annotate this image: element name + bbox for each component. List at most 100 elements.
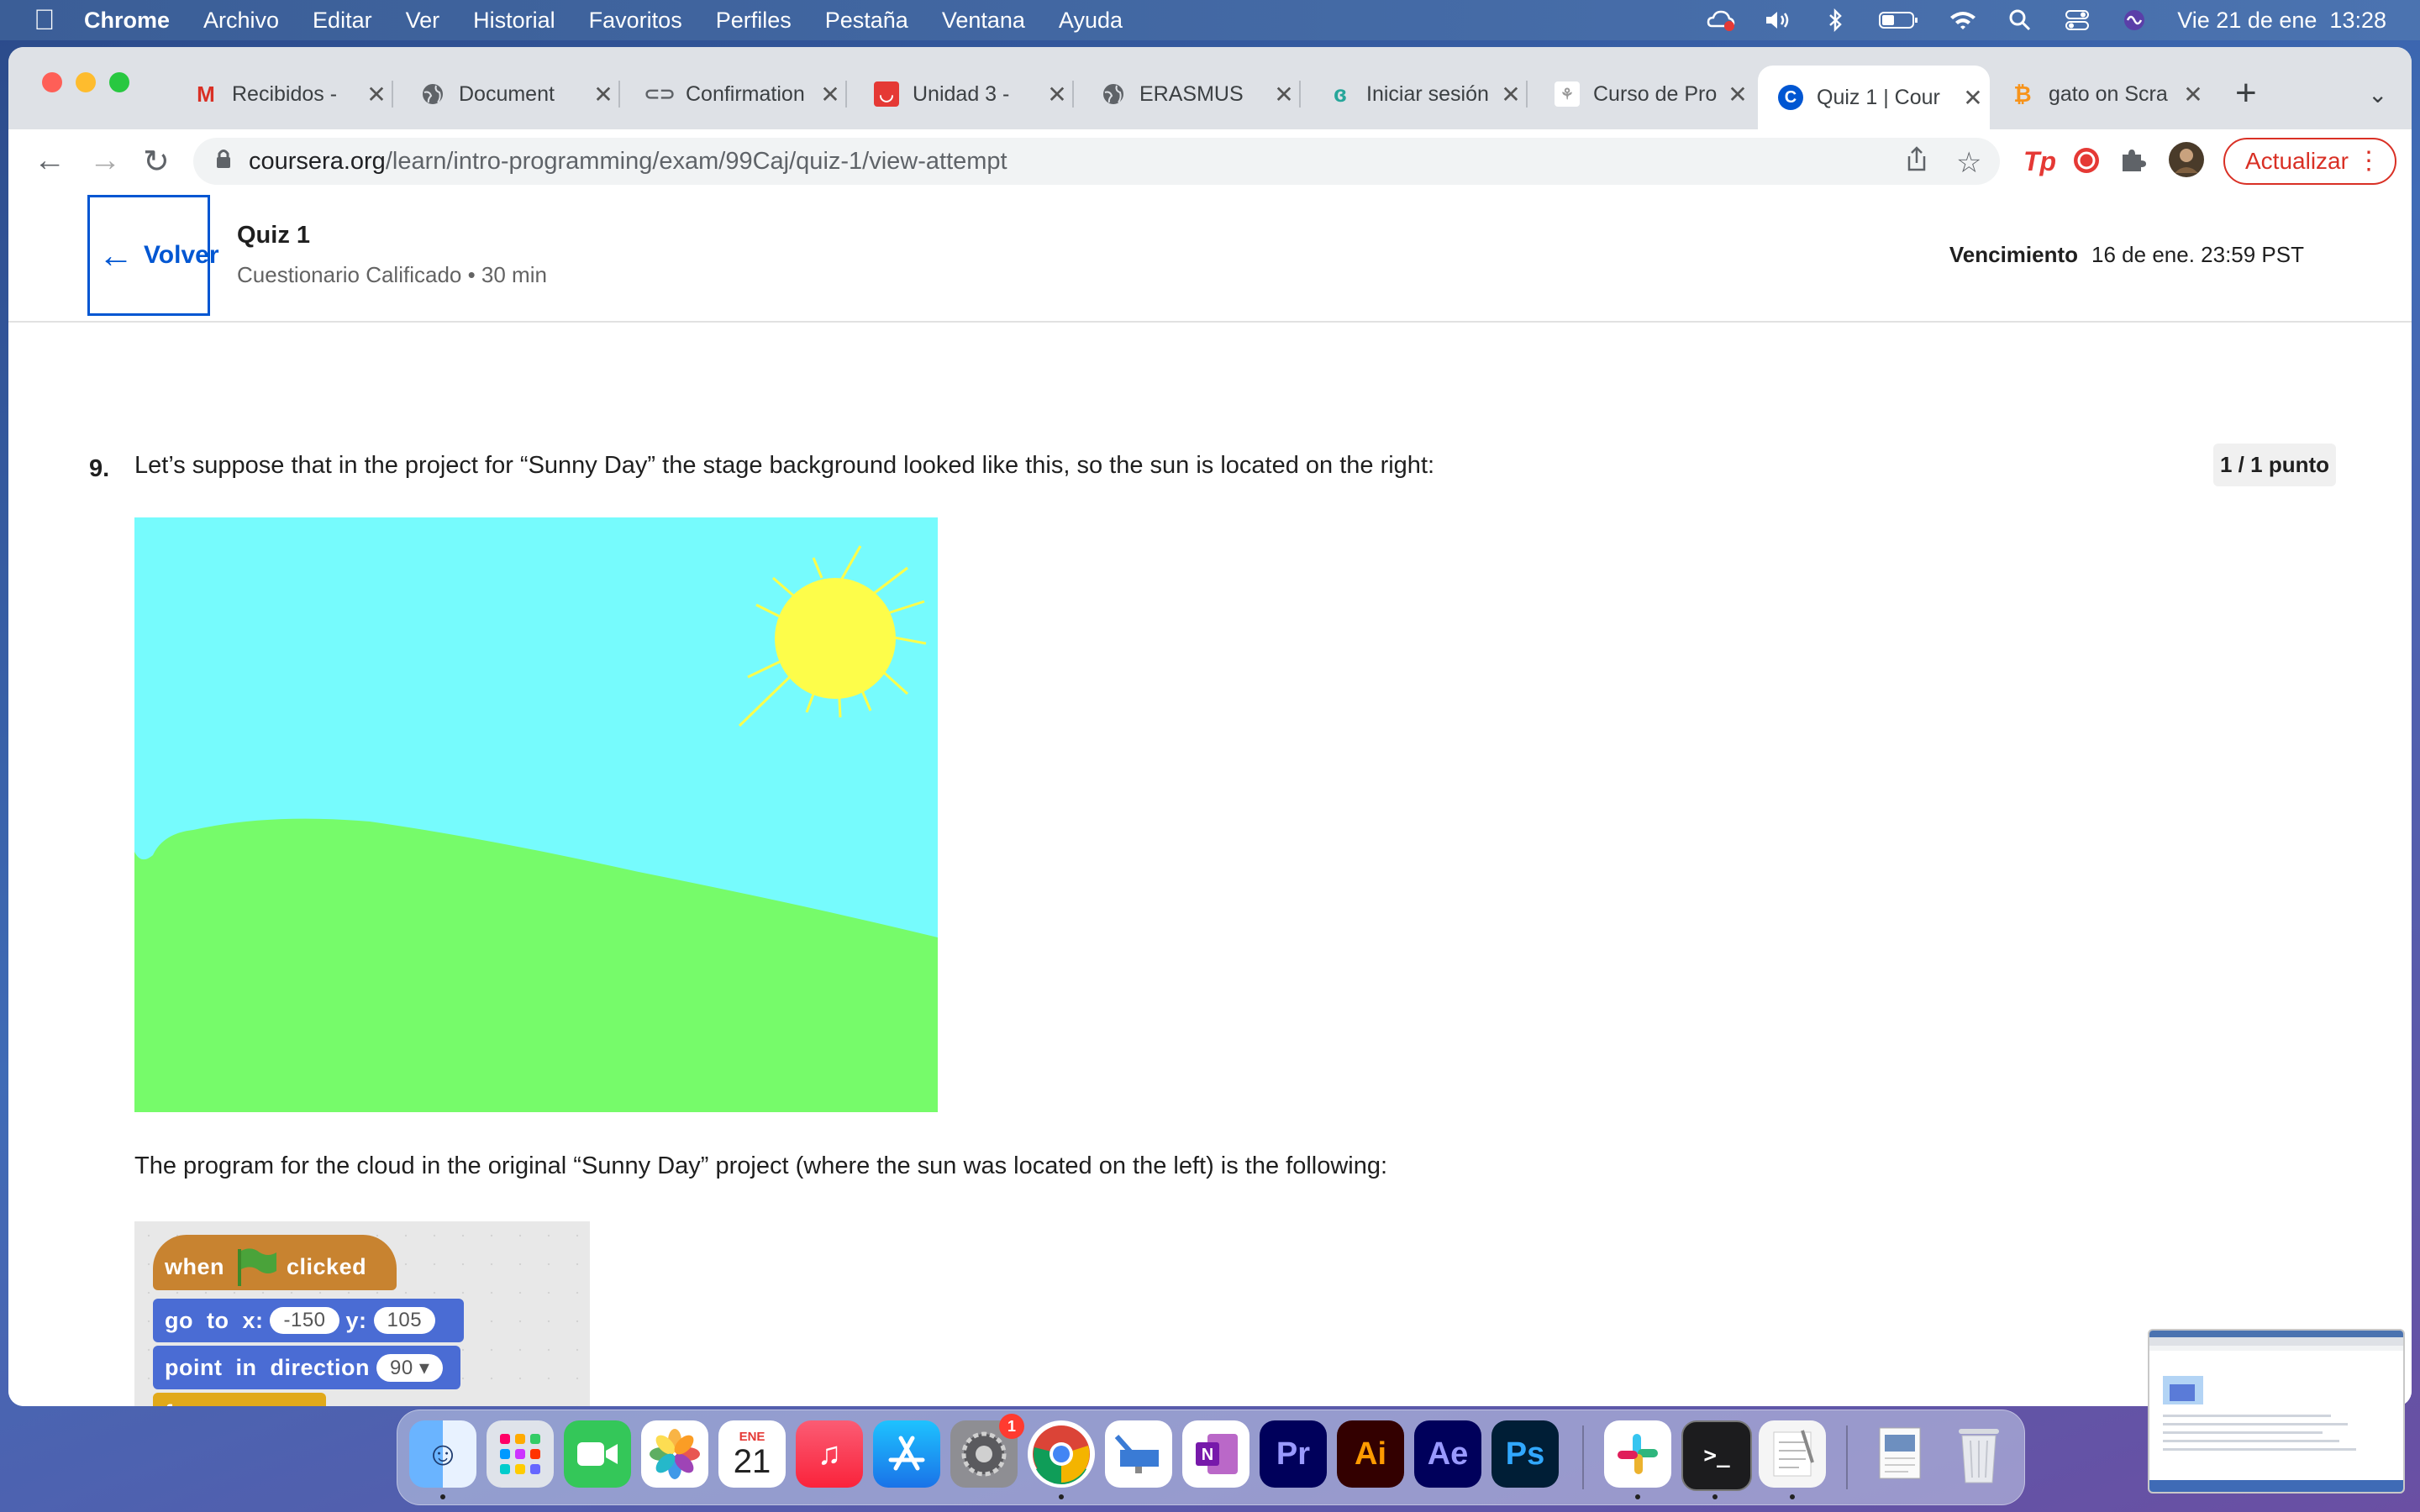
zoom-window-button[interactable] [109,72,129,92]
bookmark-star-icon[interactable]: ☆ [1956,146,1981,180]
coursera-page: ← Volver Quiz 1 Cuestionario Calificado … [8,195,2412,1406]
tab-erasmus[interactable]: ERASMUS ✕ [1081,69,1301,119]
illustrator-icon[interactable]: Ai [1337,1420,1404,1488]
globe-icon [1101,81,1126,107]
tab-curso[interactable]: ⚘ Curso de Pro ✕ [1534,69,1754,119]
menubar-clock[interactable]: Vie 21 de ene 13:28 [2177,8,2386,34]
tab-strip: M Recibidos - ✕ Document ✕ ⊂⊃ Confirmati… [8,47,2412,129]
menu-editar[interactable]: Editar [313,8,372,34]
volume-icon[interactable] [1764,9,1792,31]
menu-ventana[interactable]: Ventana [942,8,1025,34]
extension-tp-icon[interactable]: Tp [2023,146,2056,177]
slack-icon[interactable] [1604,1420,1671,1488]
launchpad-icon[interactable] [487,1420,554,1488]
close-tab-icon[interactable]: ✕ [587,81,620,108]
bitcoin-icon: ₿ [2013,81,2032,107]
when-flag-clicked-block: when clicked [153,1235,397,1290]
new-tab-button[interactable]: + [2235,72,2257,114]
back-arrow-icon[interactable]: ← [34,143,66,179]
menu-ayuda[interactable]: Ayuda [1059,8,1123,34]
tab-gato-scratch[interactable]: ₿ gato on Scra ✕ [1990,69,2210,119]
close-tab-icon[interactable]: ✕ [1494,81,1528,108]
close-tab-icon[interactable]: ✕ [1267,81,1301,108]
forward-arrow-icon[interactable]: → [89,143,121,179]
preview-icon[interactable] [1868,1420,1935,1488]
back-button[interactable]: ← Volver [87,195,219,316]
browser-window: M Recibidos - ✕ Document ✕ ⊂⊃ Confirmati… [8,47,2412,1406]
due-date: Vencimiento 16 de ene. 23:59 PST [1949,242,2304,268]
close-window-button[interactable] [42,72,62,92]
back-arrow-icon: ← [98,235,134,275]
url-text[interactable]: coursera.org/learn/intro-programming/exa… [249,148,1007,176]
block-text: clicked [287,1253,367,1279]
menu-app-chrome[interactable]: Chrome [84,8,170,34]
menu-ver[interactable]: Ver [406,8,440,34]
tab-search-chevron-icon[interactable]: ⌄ [2368,81,2387,108]
trash-icon[interactable] [1945,1420,2012,1488]
minimize-window-button[interactable] [76,72,96,92]
textedit-icon[interactable] [1759,1420,1826,1488]
keynote-icon[interactable] [1105,1420,1172,1488]
tab-unidad3[interactable]: ◡ Unidad 3 - ✕ [854,69,1074,119]
update-chrome-button[interactable]: Actualizar ⋮ [2223,138,2396,185]
menu-perfiles[interactable]: Perfiles [716,8,792,34]
close-tab-icon[interactable]: ✕ [813,81,847,108]
chrome-icon[interactable] [1028,1420,1095,1488]
close-tab-icon[interactable]: ✕ [360,81,393,108]
tab-document[interactable]: Document ✕ [400,69,620,119]
onenote-icon[interactable]: N [1182,1420,1249,1488]
photoshop-icon[interactable]: Ps [1491,1420,1559,1488]
address-bar[interactable]: coursera.org/learn/intro-programming/exa… [193,138,2000,185]
extension-circle-icon[interactable] [2072,146,2101,182]
scratch-code-image: when clicked go to x: -150 y: 105 point … [134,1221,590,1406]
block-text: when [165,1253,225,1279]
profile-avatar[interactable] [2168,141,2205,186]
siri-icon[interactable] [2120,9,2149,31]
battery-icon[interactable] [1878,9,1920,31]
tab-title: Unidad 3 - [913,81,1010,106]
sun-disc [775,578,896,699]
quiz-title: Quiz 1 [237,222,311,249]
finder-icon[interactable]: ☺ [409,1420,476,1488]
doc-icon: ⚘ [1555,81,1580,107]
tab-quiz1-active[interactable]: C Quiz 1 | Cour ✕ [1758,66,1990,129]
macos-menu-bar:  Chrome Archivo Editar Ver Historial Fa… [0,0,2420,40]
close-tab-icon[interactable]: ✕ [1040,81,1074,108]
calendar-icon[interactable]: ENE 21 [718,1420,786,1488]
close-tab-icon[interactable]: ✕ [2176,81,2210,108]
notification-badge: 1 [999,1414,1024,1439]
tab-iniciar-sesion[interactable]: ɞ Iniciar sesión ✕ [1307,69,1528,119]
menu-pestana[interactable]: Pestaña [825,8,908,34]
facetime-icon[interactable] [564,1420,631,1488]
bluetooth-icon[interactable] [1821,8,1849,32]
after-effects-icon[interactable]: Ae [1414,1420,1481,1488]
control-center-icon[interactable] [2063,9,2091,31]
terminal-icon[interactable]: >_ [1681,1420,1752,1491]
stage-background-image [134,517,938,1112]
screenshot-thumbnail[interactable] [2148,1329,2405,1494]
extensions-puzzle-icon[interactable] [2119,146,2146,181]
close-tab-icon[interactable]: ✕ [1956,84,1990,112]
music-icon[interactable]: ♫ [796,1420,863,1488]
system-preferences-icon[interactable]: 1 [950,1414,1024,1488]
menu-archivo[interactable]: Archivo [203,8,279,34]
menu-favoritos[interactable]: Favoritos [589,8,682,34]
premiere-pro-icon[interactable]: Pr [1260,1420,1327,1488]
app-store-icon[interactable] [873,1420,940,1488]
share-icon[interactable] [1906,146,1928,181]
close-tab-icon[interactable]: ✕ [1721,81,1754,108]
tab-confirmation[interactable]: ⊂⊃ Confirmation ✕ [627,69,847,119]
more-menu-icon[interactable]: ⋮ [2356,146,2381,176]
apple-menu-icon[interactable]:  [34,4,84,37]
lock-icon[interactable] [215,148,232,176]
wifi-icon[interactable] [1949,9,1977,31]
creative-cloud-icon[interactable] [1707,9,1735,31]
direction-value: 90 [389,1356,413,1379]
photos-icon[interactable] [641,1420,708,1488]
macos-dock: ☺ ENE 21 ♫ 1 N Pr Ai Ae Ps >_ [397,1410,2025,1505]
reload-icon[interactable]: ↻ [143,143,170,181]
menu-historial[interactable]: Historial [473,8,555,34]
spotlight-search-icon[interactable] [2006,9,2034,31]
due-value: 16 de ene. 23:59 PST [2091,242,2304,267]
tab-recibidos[interactable]: M Recibidos - ✕ [173,69,393,119]
